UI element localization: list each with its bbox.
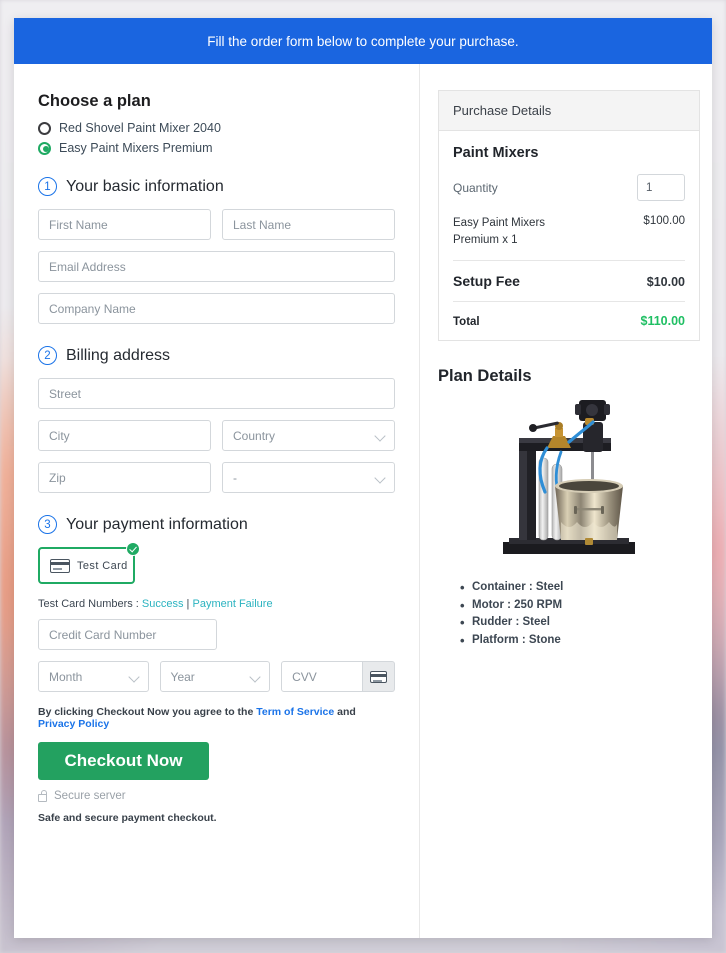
lock-icon [38,789,47,802]
test-card-numbers-row: Test Card Numbers : Success | Payment Fa… [38,598,395,610]
cvv-group [281,661,395,692]
list-item: Platform : Stone [460,631,700,651]
country-select[interactable]: Country [222,420,395,451]
plan-product-image [438,392,700,567]
agreement-text: By clicking Checkout Now you agree to th… [38,706,395,730]
step-basic-information-header: 1 Your basic information [38,177,395,196]
purchase-details-title: Purchase Details [439,91,699,131]
quantity-label: Quantity [453,180,498,195]
step-title: Billing address [66,346,171,364]
plan-details-title: Plan Details [438,367,532,386]
paint-mixer-machine-illustration [503,400,635,555]
secure-server-row: Secure server [38,789,395,802]
plan-option-label: Red Shovel Paint Mixer 2040 [59,121,221,135]
content-columns: Choose a plan Red Shovel Paint Mixer 204… [14,64,712,938]
agreement-prefix: By clicking Checkout Now you agree to th… [38,706,257,718]
credit-card-icon [50,558,70,573]
step-number-badge: 3 [38,515,57,534]
credit-card-row [38,619,395,650]
terms-of-service-link[interactable]: Term of Service [256,706,334,718]
street-row [38,378,395,409]
setup-fee-label: Setup Fee [453,273,520,290]
step-number-badge: 2 [38,346,57,365]
radio-selected-icon[interactable] [38,141,51,155]
name-row [38,209,395,240]
email-row [38,251,395,282]
radio-icon[interactable] [38,121,51,135]
test-card-method-button[interactable]: Test Card [38,542,140,584]
step-number-badge: 1 [38,177,57,196]
order-form-column: Choose a plan Red Shovel Paint Mixer 204… [14,64,420,938]
year-select[interactable]: Year [159,661,271,692]
step-billing-address-header: 2 Billing address [38,346,395,365]
checkout-page: Fill the order form below to complete yo… [14,18,712,938]
choose-plan-heading: Choose a plan [38,92,151,110]
total-label: Total [453,316,480,329]
divider [453,301,685,303]
checkout-now-button[interactable]: Checkout Now [38,742,209,780]
purchase-details-body: Paint Mixers Quantity Easy Paint Mixers … [439,131,699,340]
test-card-failure-link[interactable]: Payment Failure [192,598,272,610]
test-card-prefix: Test Card Numbers : [38,598,142,610]
test-card-label: Test Card [77,559,128,572]
banner-text: Fill the order form below to complete yo… [207,33,519,49]
state-select[interactable]: - [222,462,395,493]
quantity-input[interactable] [637,174,685,201]
list-item: Motor : 250 RPM [460,596,700,616]
list-item: Rudder : Steel [460,613,700,633]
zip-input[interactable] [38,462,211,493]
list-item: Container : Steel [460,578,700,598]
total-row: Total $110.00 [453,314,685,328]
setup-fee-row: Setup Fee $10.00 [453,273,685,289]
test-card-success-link[interactable]: Success [142,598,184,610]
email-input[interactable] [38,251,395,282]
line-item-name: Easy Paint Mixers Premium x 1 [453,217,546,246]
plan-option-easy-premium[interactable]: Easy Paint Mixers Premium [38,141,395,155]
quantity-row: Quantity [453,174,685,201]
first-name-input[interactable] [38,209,211,240]
safe-checkout-note: Safe and secure payment checkout. [38,812,217,824]
summary-column: Purchase Details Paint Mixers Quantity E… [420,64,712,938]
divider [453,260,685,262]
total-price: $110.00 [640,314,686,329]
year-select-value: Year [159,661,271,692]
state-select-value: - [222,462,395,493]
zip-wrap [38,462,211,493]
cvv-help-card-icon[interactable] [363,661,395,692]
cvv-input[interactable] [281,661,363,692]
privacy-policy-link[interactable]: Privacy Policy [38,718,109,730]
company-row [38,293,395,324]
city-wrap [38,420,211,451]
purchase-details-panel: Purchase Details Paint Mixers Quantity E… [438,90,700,342]
expiry-cvv-row: Month Year [38,661,395,692]
secure-server-label: Secure server [54,790,126,802]
step-title: Your payment information [66,515,248,533]
street-input[interactable] [38,378,395,409]
credit-card-number-input[interactable] [38,619,217,650]
setup-fee-price: $10.00 [646,275,685,290]
city-input[interactable] [38,420,211,451]
city-country-row: Country [38,420,395,451]
month-select[interactable]: Month [38,661,149,692]
top-banner: Fill the order form below to complete yo… [14,18,712,64]
country-select-value: Country [222,420,395,451]
step-payment-information-header: 3 Your payment information [38,515,395,534]
plan-option-label: Easy Paint Mixers Premium [59,141,213,155]
check-circle-icon [126,542,140,556]
zip-state-row: - [38,462,395,493]
last-name-input[interactable] [222,209,395,240]
product-title: Paint Mixers [453,145,539,161]
plan-specs-list: Container : Steel Motor : 250 RPM Rudder… [460,578,700,651]
line-item-row: Easy Paint Mixers Premium x 1 $100.00 [453,215,685,248]
plan-option-red-shovel[interactable]: Red Shovel Paint Mixer 2040 [38,121,395,135]
step-title: Your basic information [66,177,224,195]
line-item-price: $100.00 [643,215,685,227]
company-name-input[interactable] [38,293,395,324]
month-select-value: Month [38,661,149,692]
agreement-and: and [334,706,356,718]
